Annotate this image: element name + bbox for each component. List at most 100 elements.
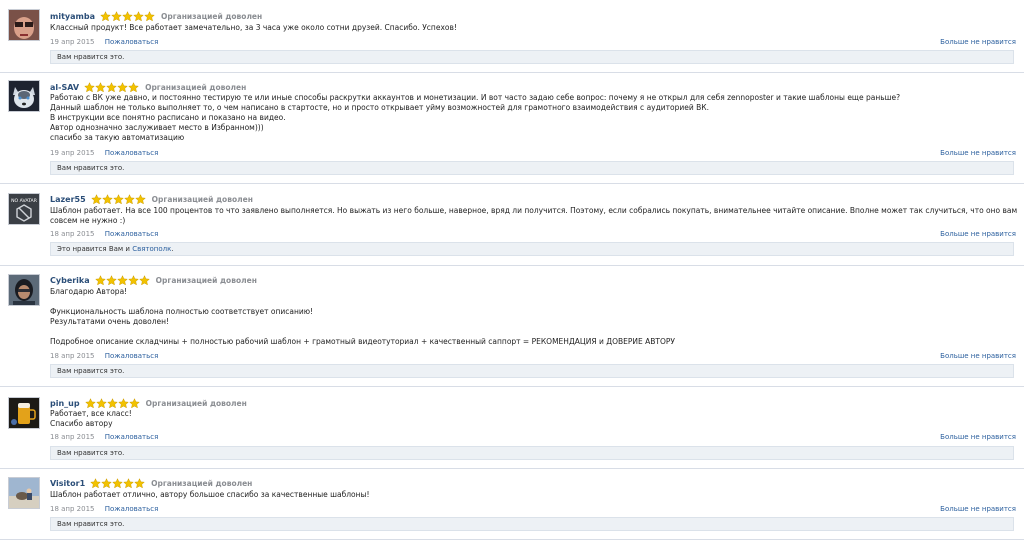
avatar-landscape-icon bbox=[9, 478, 39, 508]
unlike-link[interactable]: Больше не нравится bbox=[940, 352, 1016, 360]
star-filled-icon bbox=[84, 397, 96, 408]
star-filled-icon bbox=[95, 397, 107, 408]
review-header: pin_up Организацией доволен bbox=[50, 397, 247, 409]
review-date: 18 апр 2015 bbox=[50, 230, 95, 238]
star-filled-icon bbox=[128, 397, 140, 408]
review-text: Шаблон работает отлично, автору большое … bbox=[50, 490, 1020, 500]
rating-stars bbox=[94, 274, 150, 286]
star-filled-icon bbox=[128, 81, 139, 92]
review-meta: 18 апр 2015 Пожаловаться Больше не нрави… bbox=[50, 505, 1016, 515]
star-filled-icon bbox=[101, 477, 112, 488]
username-link[interactable]: Cyberika bbox=[50, 276, 90, 285]
username-link[interactable]: mityamba bbox=[50, 12, 95, 21]
avatar[interactable] bbox=[8, 397, 40, 429]
review-meta: 18 апр 2015 Пожаловаться Больше не нрави… bbox=[50, 433, 1016, 443]
likes-text: Вам нравится это. bbox=[57, 520, 125, 528]
rating-stars bbox=[90, 193, 146, 205]
unlike-link[interactable]: Больше не нравится bbox=[940, 230, 1016, 238]
avatar-image-icon bbox=[9, 10, 39, 40]
likes-text: Вам нравится это. bbox=[57, 367, 125, 375]
star-filled-icon bbox=[106, 81, 117, 92]
unlike-link[interactable]: Больше не нравится bbox=[940, 505, 1016, 513]
likes-text: Вам нравится это. bbox=[57, 449, 125, 457]
likes-bar: Вам нравится это. bbox=[50, 50, 1014, 64]
divider bbox=[0, 183, 1024, 184]
star-filled-icon bbox=[117, 397, 129, 408]
likes-bar: Вам нравится это. bbox=[50, 161, 1014, 175]
rating-stars bbox=[84, 81, 139, 93]
review-date: 18 апр 2015 bbox=[50, 433, 95, 441]
star-filled-icon bbox=[112, 193, 124, 204]
review-date: 19 апр 2015 bbox=[50, 149, 95, 157]
review-meta: 19 апр 2015 Пожаловаться Больше не нрави… bbox=[50, 149, 1016, 159]
rating-stars bbox=[84, 397, 140, 409]
divider bbox=[0, 468, 1024, 469]
avatar[interactable] bbox=[8, 80, 40, 112]
avatar-portrait-icon bbox=[9, 275, 39, 305]
avatar[interactable]: NO AVATAR bbox=[8, 193, 40, 225]
likes-suffix: . bbox=[171, 245, 174, 253]
review-text: Благодарю Автора! Функциональность шабло… bbox=[50, 287, 1020, 347]
star-filled-icon bbox=[117, 81, 128, 92]
star-filled-icon bbox=[127, 274, 139, 285]
report-link[interactable]: Пожаловаться bbox=[105, 38, 159, 46]
verdict-label: Организацией доволен bbox=[160, 11, 263, 21]
username-link[interactable]: Visitor1 bbox=[50, 479, 85, 488]
star-filled-icon bbox=[94, 274, 106, 285]
star-filled-icon bbox=[134, 477, 145, 488]
unlike-link[interactable]: Больше не нравится bbox=[940, 433, 1016, 441]
star-filled-icon bbox=[134, 193, 146, 204]
no-avatar-icon: NO AVATAR bbox=[9, 194, 39, 224]
review-meta: 19 апр 2015 Пожаловаться Больше не нрави… bbox=[50, 38, 1016, 48]
review-header: Cyberika Организацией доволен bbox=[50, 274, 257, 286]
review-text: Работает, все класс! Спасибо автору bbox=[50, 409, 1020, 429]
star-filled-icon bbox=[100, 10, 111, 21]
rating-stars bbox=[100, 10, 155, 22]
star-filled-icon bbox=[90, 477, 101, 488]
report-link[interactable]: Пожаловаться bbox=[105, 352, 159, 360]
avatar-beer-icon bbox=[9, 398, 39, 428]
liked-by-user-link[interactable]: Святополк bbox=[132, 245, 171, 253]
divider bbox=[0, 265, 1024, 266]
report-link[interactable]: Пожаловаться bbox=[105, 149, 159, 157]
avatar[interactable] bbox=[8, 9, 40, 41]
review-text-content: Шаблон работает отлично, автору большое … bbox=[50, 490, 370, 499]
review-text: Работаю с ВК уже давно, и постоянно тест… bbox=[50, 93, 1020, 143]
avatar[interactable] bbox=[8, 477, 40, 509]
review-text-content: Благодарю Автора! Функциональность шабло… bbox=[50, 287, 675, 346]
report-link[interactable]: Пожаловаться bbox=[105, 433, 159, 441]
star-filled-icon bbox=[111, 10, 122, 21]
review-header: mityamba Организацией доволен bbox=[50, 10, 262, 22]
avatar[interactable] bbox=[8, 274, 40, 306]
star-filled-icon bbox=[144, 10, 155, 21]
star-filled-icon bbox=[123, 477, 134, 488]
star-filled-icon bbox=[101, 193, 113, 204]
review-meta: 18 апр 2015 Пожаловаться Больше не нрави… bbox=[50, 352, 1016, 362]
verdict-label: Организацией доволен bbox=[145, 398, 247, 408]
username-link[interactable]: Lazer55 bbox=[50, 195, 86, 204]
review-text-content: Классный продукт! Все работает замечател… bbox=[50, 23, 457, 32]
divider bbox=[0, 386, 1024, 387]
divider bbox=[0, 72, 1024, 73]
review-text-content: Работаю с ВК уже давно, и постоянно тест… bbox=[50, 93, 901, 142]
verdict-label: Организацией доволен bbox=[151, 194, 253, 204]
review-header: Visitor1 Организацией доволен bbox=[50, 477, 252, 489]
unlike-link[interactable]: Больше не нравится bbox=[940, 38, 1016, 46]
star-filled-icon bbox=[138, 274, 150, 285]
likes-text: Вам нравится это. bbox=[57, 53, 125, 61]
unlike-link[interactable]: Больше не нравится bbox=[940, 149, 1016, 157]
star-filled-icon bbox=[123, 193, 135, 204]
star-filled-icon bbox=[84, 81, 95, 92]
likes-bar: Вам нравится это. bbox=[50, 517, 1014, 531]
username-link[interactable]: pin_up bbox=[50, 399, 80, 408]
avatar-husky-icon bbox=[9, 81, 39, 111]
username-link[interactable]: al-SAV bbox=[50, 83, 79, 92]
review-date: 18 апр 2015 bbox=[50, 352, 95, 360]
likes-bar: Это нравится Вам и Святополк. bbox=[50, 242, 1014, 256]
review-header: al-SAV Организацией доволен bbox=[50, 81, 246, 93]
review-date: 18 апр 2015 bbox=[50, 505, 95, 513]
likes-bar: Вам нравится это. bbox=[50, 364, 1014, 378]
report-link[interactable]: Пожаловаться bbox=[105, 505, 159, 513]
no-avatar-label: NO AVATAR bbox=[11, 198, 38, 204]
report-link[interactable]: Пожаловаться bbox=[105, 230, 159, 238]
